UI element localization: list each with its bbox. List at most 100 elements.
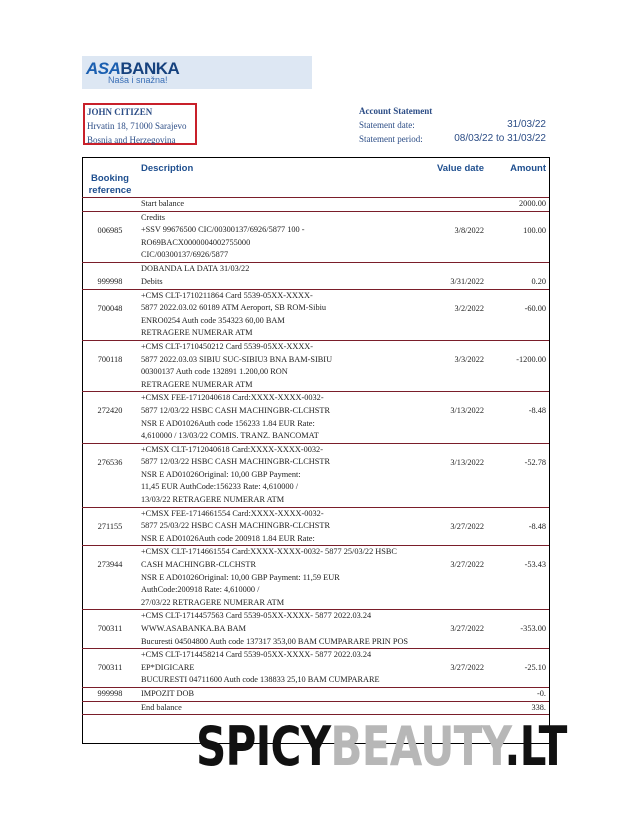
booking-reference-cell: 700311 — [97, 624, 123, 634]
description-cell: +CMS CLT-1714458214 Card 5539-05XX-XXXX-… — [138, 649, 411, 688]
client-street: Hrvatin 18, 71000 Sarajevo — [87, 121, 187, 131]
description-line: +CMSX CLT-1714661554 Card:XXXX-XXXX-0032… — [140, 547, 397, 557]
table-row: 006985 Credits +SSV 99676500 CIC/00300137/… — [82, 211, 549, 263]
value-date-cell: 3/27/2022 — [450, 663, 484, 673]
description-line: NSR E AD01026Auth code 200918 1.84 EUR R… — [140, 533, 315, 543]
table-row: Start balance 2000.00 — [82, 198, 549, 212]
description-line: 27/03/22 RETRAGERE NUMERAR ATM — [140, 597, 285, 607]
amount-cell: 100.00 — [523, 225, 546, 235]
booking-reference-cell — [82, 198, 138, 212]
description-line: CIC/00300137/6926/5877 — [140, 250, 229, 260]
booking-reference-cell: 999998 — [97, 688, 123, 698]
value-date-cell: 3/27/2022 — [450, 560, 484, 570]
description-line: +SSV 99676500 CIC/00300137/6926/5877 100… — [140, 225, 305, 235]
table-row: 273944 +CMSX CLT-1714661554 Card:XXXX-XXX… — [82, 546, 549, 610]
description-line: 5877 12/03/22 HSBC CASH MACHINGBR-CLCHST… — [140, 405, 330, 415]
table-row: 999998 DOBANDA LA DATA 31/03/22 Debits 3/31… — [82, 262, 549, 290]
description-cell: DOBANDA LA DATA 31/03/22 Debits — [138, 262, 411, 289]
description-line: Credits — [140, 212, 165, 222]
table-row: 700118 +CMS CLT-1710450212 Card 5539-05XX… — [82, 340, 549, 392]
table-row: 276536 +CMSX CLT-1712040618 Card:XXXX-XXX… — [82, 443, 549, 508]
booking-reference-cell: 700311 — [97, 663, 123, 673]
description-line: RETRAGERE NUMERAR ATM — [140, 328, 253, 338]
value-date-cell — [411, 687, 487, 701]
description-cell: +CMSX FEE-1714661554 Card:XXXX-XXXX-0032… — [138, 507, 411, 546]
table-row: 700311 +CMS CLT-1714458214 Card 5539-05XX… — [82, 649, 549, 688]
description-line: 11,45 EUR AuthCode:156233 Rate: 4,610000… — [140, 482, 299, 492]
amount-cell: -1200.00 — [516, 354, 546, 364]
watermark: SPICYBEAUTY.LT — [196, 712, 567, 782]
table-row: 700048 +CMS CLT-1710211864 Card 5539-05XX… — [82, 289, 549, 341]
client-address-block: JOHN CITIZEN Hrvatin 18, 71000 Sarajevo … — [83, 103, 197, 145]
description-cell: +CMS CLT-1714457563 Card 5539-05XX-XXXX-… — [138, 610, 411, 649]
description-cell: +CMSX FEE-1712040618 Card:XXXX-XXXX-0032… — [138, 392, 411, 443]
description-cell: Start balance — [138, 198, 411, 212]
description-line: +CMSX FEE-1712040618 Card:XXXX-XXXX-0032… — [140, 393, 324, 403]
amount-cell: -8.48 — [528, 521, 546, 531]
description-line: 5877 12/03/22 HSBC CASH MACHINGBR-CLCHST… — [140, 457, 330, 467]
booking-reference-cell: 700048 — [97, 303, 123, 313]
description-line: 5877 25/03/22 HSBC CASH MACHINGBR-CLCHST… — [140, 521, 330, 531]
value-date-cell: 3/2/2022 — [454, 303, 484, 313]
description-line: ENRO0254 Auth code 354323 60,00 BAM — [140, 315, 285, 325]
statement-date-label: Statement date: — [359, 120, 415, 130]
description-line: RETRAGERE NUMERAR ATM — [140, 379, 253, 389]
description-cell: +CMS CLT-1710450212 Card 5539-05XX-XXXX-… — [138, 340, 411, 391]
table-row: 999998 IMPOZIT DOB -0. — [82, 687, 549, 702]
booking-reference-cell — [82, 701, 138, 715]
description-line: 5877 2022.03.03 SIBIU SUC-SIBIU3 BNA BAM… — [140, 354, 333, 364]
booking-reference-cell: 271155 — [97, 521, 123, 531]
value-date-cell: 3/3/2022 — [454, 354, 484, 364]
amount-cell: 0.20 — [531, 276, 546, 286]
description-line: +CMS CLT-1714457563 Card 5539-05XX-XXXX-… — [140, 611, 372, 621]
description-line: CASH MACHINGBR-CLCHSTR — [140, 560, 257, 570]
amount-cell: -353.00 — [520, 624, 546, 634]
amount-cell: -0. — [537, 688, 546, 698]
description-cell: Credits +SSV 99676500 CIC/00300137/6926/5… — [138, 211, 411, 262]
amount-cell: -8.48 — [528, 406, 546, 416]
table-row: 271155 +CMSX FEE-1714661554 Card:XXXX-XXX… — [82, 507, 549, 546]
description-line: AuthCode:200918 Rate: 4,610000 / — [140, 585, 260, 595]
header-amount: Amount — [487, 160, 549, 198]
transactions-table: Booking reference Description Value date… — [82, 160, 549, 715]
statement-info: Account Statement Statement date: 31/03/… — [359, 104, 549, 146]
client-country: Bosnia and Herzegovina — [87, 135, 176, 145]
description-line: Debits — [140, 276, 163, 286]
table-top-border — [82, 157, 550, 158]
description-cell: IMPOZIT DOB — [138, 687, 411, 701]
header-booking-reference: Booking reference — [82, 160, 138, 198]
description-line: 4,610000 / 13/03/22 COMIS. TRANZ. BANCOM… — [140, 431, 319, 441]
statement-date-value: 31/03/22 — [507, 119, 546, 130]
description-line: +CMS CLT-1714458214 Card 5539-05XX-XXXX-… — [140, 650, 372, 660]
header-description: Description — [137, 160, 412, 198]
header-value-date: Value date — [411, 160, 487, 198]
description-line: 5877 2022.03.02 60189 ATM Aeroport, SB R… — [140, 303, 327, 313]
client-name: JOHN CITIZEN — [87, 107, 153, 117]
description-line: +CMSX CLT-1712040618 Card:XXXX-XXXX-0032… — [140, 444, 323, 454]
description-line: EP*DIGICARE — [140, 662, 195, 672]
description-line: NSR E AD01026Original: 10,00 GBP Payment… — [140, 572, 340, 582]
description-line: RO69BACX0000004002755000 — [140, 237, 251, 247]
booking-reference-cell: 700118 — [97, 354, 123, 364]
description-cell: +CMS CLT-1710211864 Card 5539-05XX-XXXX-… — [138, 289, 411, 340]
table-row: 700311 +CMS CLT-1714457563 Card 5539-05XX… — [82, 610, 549, 649]
description-cell: +CMSX CLT-1714661554 Card:XXXX-XXXX-0032… — [138, 546, 411, 610]
description-line: NSR E AD01026Auth code 156233 1.84 EUR R… — [140, 418, 315, 428]
value-date-cell: 3/13/2022 — [450, 457, 484, 467]
amount-cell: 2000.00 — [519, 199, 546, 208]
description-line: 13/03/22 RETRAGERE NUMERAR ATM — [140, 495, 285, 505]
value-date-cell: 3/31/2022 — [450, 276, 484, 286]
description-line: BUCURESTI 04711600 Auth code 138833 25,1… — [140, 675, 380, 685]
bank-logo: ASABANKA Naša i snažna! — [82, 56, 312, 89]
booking-reference-cell: 999998 — [97, 276, 123, 286]
amount-cell: -25.10 — [524, 663, 546, 673]
description-line: WWW.ASABANKA.BA BAM — [140, 624, 247, 633]
statement-period-value: 08/03/22 to 31/03/22 — [454, 133, 546, 144]
description-line: +CMS CLT-1710450212 Card 5539-05XX-XXXX- — [140, 341, 314, 351]
value-date-cell — [411, 198, 487, 212]
booking-reference-cell: 276536 — [97, 457, 123, 467]
description-line: IMPOZIT DOB — [140, 688, 195, 698]
description-line: Bucuresti 04504800 Auth code 137317 353,… — [140, 636, 409, 646]
statement-page: ASABANKA Naša i snažna! JOHN CITIZEN Hrv… — [0, 0, 642, 833]
statement-title: Account Statement — [359, 106, 433, 116]
